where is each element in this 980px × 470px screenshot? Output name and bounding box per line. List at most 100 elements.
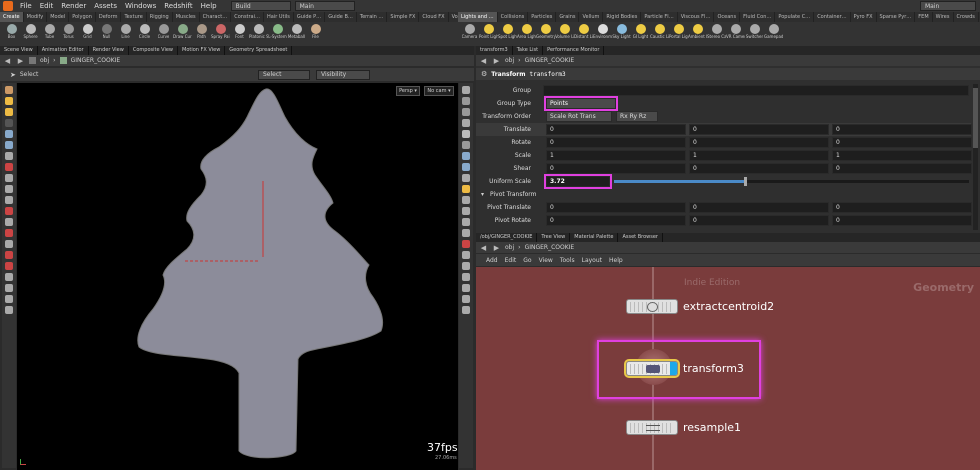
shelf-left-tab-9[interactable]: Constrai… [231,12,265,22]
viewport-3d[interactable]: Persp ▾ No cam ▾ 37fps 27.06ms [17,83,458,470]
viewport-tab-4[interactable]: Motion FX View [178,46,226,55]
shelf-left-tool-torus[interactable]: Torus [59,22,78,46]
viewport-left-tool-icon[interactable] [5,306,13,314]
viewport-left-tool-icon[interactable] [5,163,13,171]
viewport-right-tool-icon[interactable] [462,207,470,215]
viewport-right-tool-icon[interactable] [462,218,470,226]
network-editor[interactable]: Indie Edition Geometry extractcentroid2 … [476,267,980,470]
shelf-right-tab-14[interactable]: FEM [915,12,933,22]
back-arrow-icon[interactable]: ◀ [479,57,488,65]
network-menu-edit[interactable]: Edit [505,257,517,264]
vector-field-x[interactable]: 0 [546,124,686,135]
shelf-left-tool-tube[interactable]: Tube [40,22,59,46]
shelf-right-tool-sky-light[interactable]: Sky Light [612,22,631,46]
viewport-right-tool-icon[interactable] [462,240,470,248]
network-path-obj[interactable]: obj [505,244,514,251]
shelf-left-tab-8[interactable]: Charact… [200,12,232,22]
shelf-left-tab-6[interactable]: Rigging [147,12,173,22]
shelf-left-tab-4[interactable]: Deform [96,12,122,22]
shelf-left-tool-curve[interactable]: Curve [154,22,173,46]
viewport-right-tool-icon[interactable] [462,273,470,281]
transform-order-dropdown[interactable]: Scale Rot Trans [546,111,612,122]
pivot-field-y[interactable]: 0 [689,215,829,226]
node-resample1[interactable]: resample1 [626,420,741,435]
viewport-right-tool-icon[interactable] [462,86,470,94]
viewport-left-tool-icon[interactable] [5,86,13,94]
group-type-dropdown[interactable]: Points [544,96,618,111]
viewport-right-tool-icon[interactable] [462,262,470,270]
pivot-field-x[interactable]: 0 [546,202,686,213]
viewport-left-tool-icon[interactable] [5,108,13,116]
menu-file[interactable]: File [16,0,36,12]
shelf-right-tool-ambient-light[interactable]: Ambient Light [688,22,707,46]
select-arrow-icon[interactable]: ➤ [10,71,16,79]
shelf-right-tool-geometry-light[interactable]: Geometry Light [536,22,555,46]
shelf-right-tool-environment-light[interactable]: Environment Light [593,22,612,46]
shelf-right-tool-stereo-camera[interactable]: Stereo Camera [707,22,726,46]
menu-windows[interactable]: Windows [121,0,160,12]
viewport-left-tool-icon[interactable] [5,141,13,149]
viewport-left-tool-icon[interactable] [5,251,13,259]
viewport-left-tool-icon[interactable] [5,185,13,193]
shelf-right-tab-8[interactable]: Oceans [714,12,741,22]
shelf-left-tool-file[interactable]: File [306,22,325,46]
forward-arrow-icon[interactable]: ▶ [492,244,501,252]
viewport-left-tool-icon[interactable] [5,119,13,127]
shelf-right-tab-1[interactable]: Collisions [498,12,529,22]
viewport-left-tool-icon[interactable] [5,130,13,138]
select-mode-dropdown[interactable]: Select [258,69,310,80]
forward-arrow-icon[interactable]: ▶ [16,57,25,65]
viewport-left-tool-icon[interactable] [5,284,13,292]
shelf-right-tab-9[interactable]: Fluid Con… [740,12,776,22]
shelf-left-tool-metaball[interactable]: Metaball [287,22,306,46]
desktop-build-select[interactable]: Build [230,1,291,11]
viewport-right-tool-icon[interactable] [462,284,470,292]
shelf-right-tab-11[interactable]: Container… [814,12,851,22]
shelf-right-tab-3[interactable]: Grains [556,12,580,22]
parameter-scrollbar-thumb[interactable] [973,88,978,148]
shelf-left-tab-11[interactable]: Guide P… [294,12,326,22]
shelf-right-tool-spot-light[interactable]: Spot Light [498,22,517,46]
shelf-right-tab-4[interactable]: Vellum [579,12,604,22]
pivot-field-z[interactable]: 0 [832,202,972,213]
transform-node-icon[interactable] [624,359,680,378]
vector-field-z[interactable]: 0 [832,137,972,148]
shelf-right-tool-area-light[interactable]: Area Light [517,22,536,46]
shelf-right-tab-16[interactable]: Crowds [954,12,979,22]
shelf-right-tab-6[interactable]: Particle Fl… [641,12,678,22]
viewport-left-tool-icon[interactable] [5,207,13,215]
shelf-right-tool-switcher[interactable]: Switcher [745,22,764,46]
vector-field-x[interactable]: 0 [546,163,686,174]
viewport-left-tool-icon[interactable] [5,262,13,270]
gear-icon[interactable]: ⚙ [481,70,487,78]
shelf-right-tab-15[interactable]: Wires [933,12,954,22]
menu-render[interactable]: Render [57,0,90,12]
network-menu-help[interactable]: Help [609,257,623,264]
node-transform3[interactable]: transform3 [624,359,744,378]
vector-field-y[interactable]: 1 [689,150,829,161]
viewport-right-tool-icon[interactable] [462,306,470,314]
shelf-left-tool-path[interactable]: Path [192,22,211,46]
viewport-right-tool-icon[interactable] [462,152,470,160]
network-tab-1[interactable]: Tree View [537,233,571,242]
back-arrow-icon[interactable]: ◀ [479,244,488,252]
menu-redshift[interactable]: Redshift [160,0,196,12]
shelf-left-tab-3[interactable]: Polygon [69,12,96,22]
viewport-left-tool-icon[interactable] [5,229,13,237]
viewport-tab-2[interactable]: Render View [89,46,129,55]
viewport-right-tool-icon[interactable] [462,119,470,127]
shelf-left-tab-2[interactable]: Model [47,12,70,22]
shelf-right-tool-camera[interactable]: Camera [460,22,479,46]
node-name-field[interactable]: transform3 [530,71,566,78]
viewport-right-tool-icon[interactable] [462,108,470,116]
viewport-left-tool-icon[interactable] [5,152,13,160]
resample-node-icon[interactable] [626,420,678,435]
shelf-right-tool-volume-light[interactable]: Volume Light [555,22,574,46]
viewport-tab-1[interactable]: Animation Editor [38,46,89,55]
menu-assets[interactable]: Assets [90,0,121,12]
pivot-transform-section[interactable]: ▾ Pivot Transform [476,188,971,201]
shelf-left-tool-platonic-solids[interactable]: Platonic Solids [249,22,268,46]
shelf-left-tab-14[interactable]: Simple FX [387,12,420,22]
viewport-left-tool-icon[interactable] [5,240,13,248]
viewport-right-tool-icon[interactable] [462,174,470,182]
